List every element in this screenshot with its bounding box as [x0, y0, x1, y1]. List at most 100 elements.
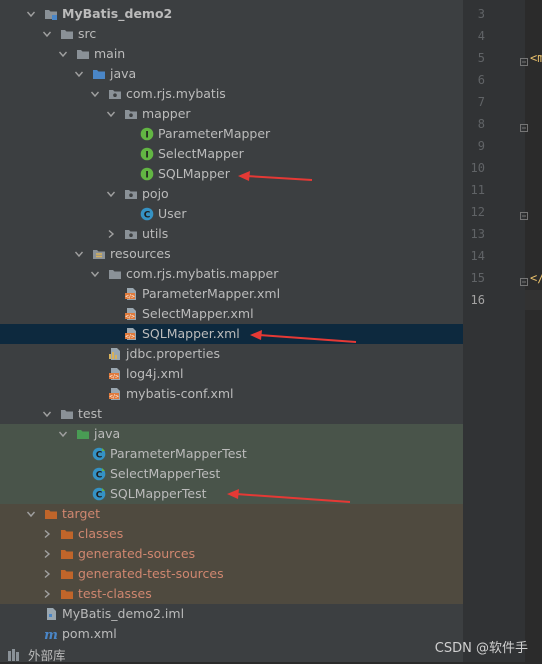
tree-item[interactable]: m pom.xml: [0, 624, 463, 644]
tree-item-label: MyBatis_demo2: [62, 6, 173, 21]
class-icon: C: [140, 207, 154, 221]
tree-item[interactable]: com.rjs.mybatis: [0, 84, 463, 104]
tree-item-label: SelectMapper.xml: [142, 306, 254, 321]
tree-item[interactable]: java: [0, 64, 463, 84]
chevron-down-icon[interactable]: [58, 49, 68, 59]
svg-text:</>: </>: [125, 314, 135, 320]
chevron-down-icon[interactable]: [74, 69, 84, 79]
tree-item[interactable]: C SQLMapperTest: [0, 484, 463, 504]
chevron-down-icon[interactable]: [90, 89, 100, 99]
fold-marker-icon[interactable]: [520, 120, 528, 132]
line-number: 16: [470, 293, 485, 307]
properties-file-icon: [108, 347, 122, 361]
tree-item[interactable]: test: [0, 404, 463, 424]
tree-item[interactable]: test-classes: [0, 584, 463, 604]
watermark: CSDN @软件手: [434, 641, 528, 656]
tree-item-label: test-classes: [78, 586, 152, 601]
code-fragment: </: [530, 271, 542, 285]
module-folder-icon: [44, 7, 58, 21]
tree-item-label: utils: [142, 226, 169, 241]
fold-marker-icon[interactable]: [520, 54, 528, 66]
code-fragment: <m: [530, 51, 542, 65]
tree-item[interactable]: MyBatis_demo2.iml: [0, 604, 463, 624]
chevron-down-icon[interactable]: [42, 29, 52, 39]
chevron-right-icon[interactable]: [42, 549, 52, 559]
svg-text:</>: </>: [125, 294, 135, 300]
project-tree-panel: MyBatis_demo2src main java com.rjs.mybatis m…: [0, 0, 463, 662]
svg-text:</>: </>: [125, 334, 135, 340]
tree-item[interactable]: src: [0, 24, 463, 44]
tree-item[interactable]: pojo: [0, 184, 463, 204]
caret-line-highlight: [525, 290, 542, 310]
folder-icon: [76, 47, 90, 61]
chevron-down-icon[interactable]: [58, 429, 68, 439]
chevron-right-icon[interactable]: [106, 229, 116, 239]
line-number: 9: [477, 139, 485, 153]
svg-text:C: C: [144, 210, 151, 220]
resources-folder-icon: [92, 247, 106, 261]
tree-item[interactable]: utils: [0, 224, 463, 244]
folder-icon: [60, 407, 74, 421]
tree-item[interactable]: C SelectMapperTest: [0, 464, 463, 484]
package-icon: [124, 107, 138, 121]
svg-text:</>: </>: [109, 394, 119, 400]
chevron-down-icon[interactable]: [42, 409, 52, 419]
editor-area[interactable]: [525, 0, 542, 662]
tree-item[interactable]: mapper: [0, 104, 463, 124]
tree-item-label: SQLMapper.xml: [142, 326, 240, 341]
chevron-down-icon[interactable]: [106, 109, 116, 119]
chevron-down-icon[interactable]: [90, 269, 100, 279]
tree-item-label: test: [78, 406, 103, 421]
package-icon: [108, 87, 122, 101]
tree-item[interactable]: resources: [0, 244, 463, 264]
tree-item[interactable]: </> mybatis-conf.xml: [0, 384, 463, 404]
test-class-icon: C: [92, 487, 106, 501]
tree-item[interactable]: </> log4j.xml: [0, 364, 463, 384]
tree-item-label: SelectMapper: [158, 146, 244, 161]
svg-text:I: I: [145, 170, 148, 180]
excluded-folder-icon: [60, 587, 74, 601]
tree-item[interactable]: I SQLMapper: [0, 164, 463, 184]
tree-item[interactable]: classes: [0, 524, 463, 544]
chevron-down-icon[interactable]: [74, 249, 84, 259]
tree-item-label: src: [78, 26, 97, 41]
tree-item[interactable]: generated-sources: [0, 544, 463, 564]
tree-item[interactable]: </> SQLMapper.xml: [0, 324, 463, 344]
tree-item-label: main: [94, 46, 126, 61]
chevron-down-icon[interactable]: [26, 509, 36, 519]
chevron-right-icon[interactable]: [42, 529, 52, 539]
tree-item[interactable]: C User: [0, 204, 463, 224]
tree-item[interactable]: </> ParameterMapper.xml: [0, 284, 463, 304]
fold-marker-icon[interactable]: [520, 274, 528, 286]
xml-file-icon: </>: [124, 307, 138, 321]
chevron-right-icon[interactable]: [42, 569, 52, 579]
fold-marker-icon[interactable]: [520, 208, 528, 220]
tree-item[interactable]: generated-test-sources: [0, 564, 463, 584]
chevron-right-icon[interactable]: [42, 589, 52, 599]
line-number: 13: [470, 227, 485, 241]
tree-item[interactable]: main: [0, 44, 463, 64]
tree-item-label: com.rjs.mybatis: [126, 86, 226, 101]
tree-item[interactable]: target: [0, 504, 463, 524]
tree-item-label: log4j.xml: [126, 366, 184, 381]
tree-item-label: ParameterMapperTest: [110, 446, 247, 461]
tree-item-label: MyBatis_demo2.iml: [62, 606, 185, 621]
tree-item-label: pom.xml: [62, 626, 117, 641]
tree-item[interactable]: I SelectMapper: [0, 144, 463, 164]
line-number: 5: [477, 51, 485, 65]
tree-item-label: pojo: [142, 186, 169, 201]
tree-item[interactable]: jdbc.properties: [0, 344, 463, 364]
tree-item[interactable]: com.rjs.mybatis.mapper: [0, 264, 463, 284]
chevron-down-icon[interactable]: [26, 9, 36, 19]
tree-item[interactable]: java: [0, 424, 463, 444]
tree-item[interactable]: I ParameterMapper: [0, 124, 463, 144]
tree-item-label: mybatis-conf.xml: [126, 386, 234, 401]
chevron-down-icon[interactable]: [106, 189, 116, 199]
test-root-folder-icon: [76, 427, 90, 441]
svg-text:I: I: [145, 130, 148, 140]
tree-item[interactable]: C ParameterMapperTest: [0, 444, 463, 464]
tree-item-label: ParameterMapper: [158, 126, 271, 141]
tree-item[interactable]: MyBatis_demo2: [0, 4, 463, 24]
svg-text:C: C: [96, 470, 103, 480]
tree-item[interactable]: </> SelectMapper.xml: [0, 304, 463, 324]
